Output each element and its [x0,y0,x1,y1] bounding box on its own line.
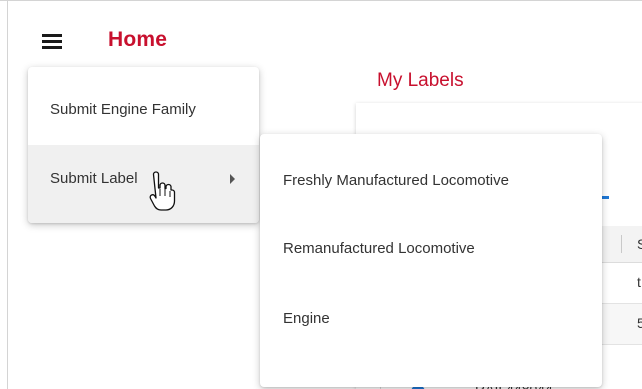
hamburger-line [42,46,62,49]
window-top-border [0,0,642,1]
menu-item-submit-engine-family[interactable]: Submit Engine Family [28,67,259,145]
hamburger-icon[interactable] [38,30,66,52]
submenu-item-label: Engine [283,310,330,327]
submenu-item-label: Remanufactured Locomotive [283,240,475,257]
table-cell: t [637,274,641,290]
submenu-item-label: Freshly Manufactured Locomotive [283,172,509,189]
hand-pointer-icon [149,171,176,211]
menu-item-label: Submit Engine Family [50,101,196,118]
submit-label-submenu: Freshly Manufactured Locomotive Remanufa… [260,134,602,387]
submenu-item-remanufactured-locomotive[interactable]: Remanufactured Locomotive [260,212,602,282]
app-window: Home My Labels S t 5 RAIL448044 Submit E… [0,0,642,389]
table-cell: 5 [637,315,642,331]
page-title: Home [108,28,168,51]
hamburger-line [42,34,62,37]
submenu-item-freshly-manufactured-locomotive[interactable]: Freshly Manufactured Locomotive [260,144,602,214]
submenu-item-engine[interactable]: Engine [260,282,602,352]
column-divider [621,235,622,253]
chevron-right-icon [230,174,235,184]
section-title: My Labels [377,70,464,91]
menu-item-label: Submit Label [50,170,138,187]
table-header-cell[interactable]: S [637,236,642,252]
window-left-border [7,1,8,389]
menu-item-submit-label[interactable]: Submit Label [28,145,259,223]
hamburger-line [42,40,62,43]
main-dropdown-menu: Submit Engine Family Submit Label [28,67,259,223]
